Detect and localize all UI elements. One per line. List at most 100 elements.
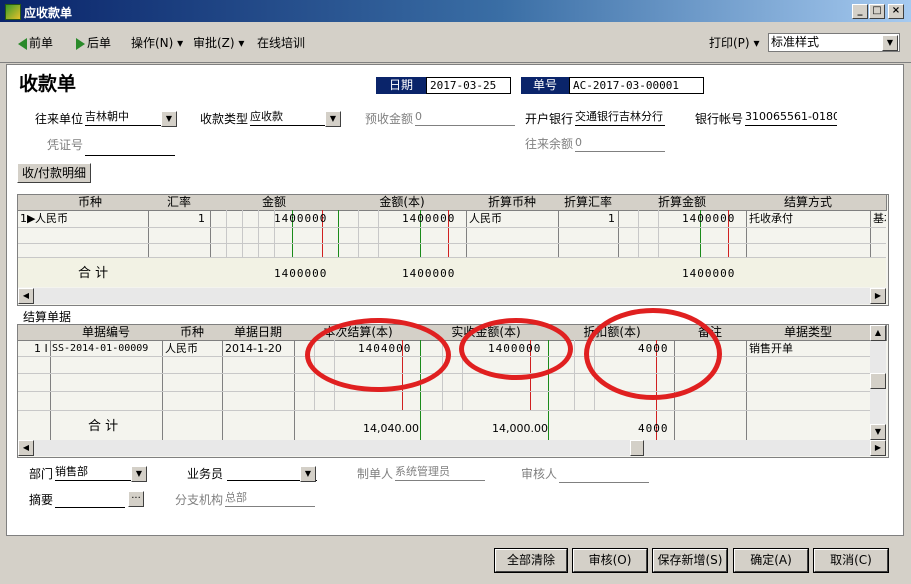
row-number: 1 bbox=[20, 212, 27, 225]
minimize-button[interactable]: _ bbox=[852, 4, 868, 19]
scroll-left-icon[interactable]: ◀ bbox=[18, 288, 34, 304]
more-icon[interactable]: ··· bbox=[128, 491, 144, 507]
partner-label: 往来单位 bbox=[35, 112, 84, 126]
cell-amount[interactable]: 1400000 bbox=[274, 212, 327, 226]
print-menu[interactable]: 打印(P) ▾ bbox=[709, 34, 759, 51]
ok-button[interactable]: 确定(A) bbox=[734, 549, 808, 572]
approve-label: 审批(Z) bbox=[193, 36, 235, 50]
col-amount-base[interactable]: 金额(本) bbox=[338, 195, 467, 211]
detail-scrollbar[interactable]: ◀ ▶ bbox=[18, 288, 886, 304]
chevron-down-icon[interactable]: ▼ bbox=[161, 111, 177, 127]
scroll-right-icon[interactable]: ▶ bbox=[870, 440, 886, 456]
date-field[interactable]: 2017-03-25 bbox=[426, 77, 511, 94]
settle-vscrollbar[interactable]: ▲ ▼ bbox=[870, 325, 886, 440]
maximize-button[interactable]: □ bbox=[869, 4, 885, 19]
col-currency[interactable]: 币种 bbox=[162, 325, 223, 341]
grid-line bbox=[574, 340, 575, 410]
col-doc-date[interactable]: 单据日期 bbox=[222, 325, 295, 341]
scroll-right-icon[interactable]: ▶ bbox=[870, 288, 886, 304]
scroll-thumb[interactable] bbox=[630, 440, 644, 456]
voucher-field[interactable] bbox=[85, 139, 175, 156]
col-settle-method[interactable]: 结算方式 bbox=[746, 195, 871, 211]
total-row bbox=[18, 411, 870, 440]
style-select-value: 标准样式 bbox=[771, 35, 820, 49]
close-button[interactable]: × bbox=[888, 4, 904, 19]
col-doc-type[interactable]: 单据类型 bbox=[746, 325, 871, 341]
next-label: 后单 bbox=[87, 36, 112, 50]
audit-button[interactable]: 审核(O) bbox=[573, 549, 647, 572]
chevron-down-icon[interactable]: ▼ bbox=[882, 35, 898, 51]
next-button[interactable]: 后单 bbox=[76, 34, 111, 51]
detail-grid: 币种 汇率 金额 金额(本) 折算币种 折算汇率 折算金额 结算方式 1▶ 人民… bbox=[17, 194, 889, 306]
operate-menu[interactable]: 操作(N) ▾ bbox=[131, 34, 183, 51]
col-conv-currency[interactable]: 折算币种 bbox=[466, 195, 559, 211]
col-doc-no[interactable]: 单据编号 bbox=[50, 325, 163, 341]
print-label: 打印(P) bbox=[709, 36, 750, 50]
prepay-label: 预收金额 bbox=[365, 112, 414, 126]
operate-label: 操作(N) bbox=[131, 36, 174, 50]
cancel-button[interactable]: 取消(C) bbox=[814, 549, 888, 572]
cell-conv-rate[interactable]: 1 bbox=[608, 212, 615, 226]
cell-extra[interactable]: 基本 bbox=[873, 212, 886, 226]
total-received: 14,000.00 bbox=[492, 422, 548, 435]
cell-conv-currency[interactable]: 人民币 bbox=[469, 212, 502, 226]
bank-label: 开户银行 bbox=[525, 112, 574, 126]
cell-currency[interactable]: 人民币 bbox=[165, 342, 198, 356]
cell-conv-amount[interactable]: 1400000 bbox=[682, 212, 735, 226]
total-conv-amount: 1400000 bbox=[682, 267, 736, 280]
cell-settle-method[interactable]: 托收承付 bbox=[749, 212, 793, 226]
arrow-right-icon bbox=[76, 37, 85, 50]
total-label: 合 计 bbox=[78, 266, 109, 281]
row-index-header bbox=[18, 325, 51, 341]
doc-no-field[interactable]: AC-2017-03-00001 bbox=[569, 77, 704, 94]
cell-doc-date[interactable]: 2014-1-20 bbox=[225, 342, 282, 356]
clear-all-button[interactable]: 全部清除 bbox=[495, 549, 567, 572]
grid-line bbox=[18, 373, 870, 374]
col-conv-rate[interactable]: 折算汇率 bbox=[558, 195, 619, 211]
col-currency[interactable]: 币种 bbox=[32, 195, 149, 211]
cell-currency[interactable]: 人民币 bbox=[35, 212, 68, 226]
summary-field[interactable] bbox=[55, 491, 125, 508]
training-button[interactable]: 在线培训 bbox=[257, 34, 305, 51]
style-select[interactable]: 标准样式 ▼ bbox=[768, 33, 900, 52]
scroll-down-icon[interactable]: ▼ bbox=[870, 424, 886, 440]
col-rate[interactable]: 汇率 bbox=[148, 195, 211, 211]
window-title: 应收款单 bbox=[24, 6, 73, 20]
col-extra[interactable] bbox=[870, 195, 887, 211]
chevron-down-icon[interactable]: ▼ bbox=[325, 111, 341, 127]
voucher-label: 凭证号 bbox=[47, 138, 84, 152]
date-label: 日期 bbox=[376, 77, 426, 94]
bank-field[interactable]: 交通银行吉林分行 bbox=[575, 109, 665, 126]
highlight-circle bbox=[459, 318, 573, 380]
save-new-button[interactable]: 保存新增(S) bbox=[653, 549, 727, 572]
collect-type-label: 收款类型 bbox=[200, 112, 249, 126]
total-discount: 4000 bbox=[638, 422, 669, 435]
balance-field[interactable]: 0 bbox=[575, 135, 665, 152]
scroll-up-icon[interactable]: ▲ bbox=[870, 325, 886, 341]
cell-doc-type[interactable]: 销售开单 bbox=[749, 342, 793, 356]
approve-menu[interactable]: 审批(Z) ▾ bbox=[193, 34, 244, 51]
arrow-left-icon bbox=[18, 37, 27, 50]
total-amount-base: 1400000 bbox=[402, 267, 456, 280]
row-indicator[interactable]: 1▶ bbox=[20, 212, 35, 226]
scroll-left-icon[interactable]: ◀ bbox=[18, 440, 34, 456]
maker-field: 系统管理员 bbox=[395, 464, 485, 481]
col-amount[interactable]: 金额 bbox=[210, 195, 339, 211]
tab-detail[interactable]: 收/付款明细 bbox=[17, 163, 92, 183]
cell-amount-base[interactable]: 1400000 bbox=[402, 212, 455, 226]
row-indicator[interactable]: 1 I bbox=[34, 342, 48, 356]
auditor-field bbox=[559, 466, 649, 483]
account-field[interactable]: 310065561-01800 bbox=[745, 109, 837, 126]
prev-button[interactable]: 前单 bbox=[18, 34, 53, 51]
cell-rate[interactable]: 1 bbox=[198, 212, 205, 226]
dept-label: 部门 bbox=[29, 467, 54, 481]
settle-scrollbar[interactable]: ◀ ▶ bbox=[18, 440, 886, 456]
chevron-down-icon[interactable]: ▼ bbox=[300, 466, 316, 482]
scroll-thumb[interactable] bbox=[870, 373, 886, 389]
chevron-down-icon: ▾ bbox=[238, 36, 245, 50]
maker-label: 制单人 bbox=[357, 467, 394, 481]
col-conv-amount[interactable]: 折算金额 bbox=[618, 195, 747, 211]
chevron-down-icon[interactable]: ▼ bbox=[131, 466, 147, 482]
cell-doc-no[interactable]: SS-2014-01-00009 bbox=[52, 342, 148, 356]
prepay-field[interactable]: 0 bbox=[415, 109, 515, 126]
